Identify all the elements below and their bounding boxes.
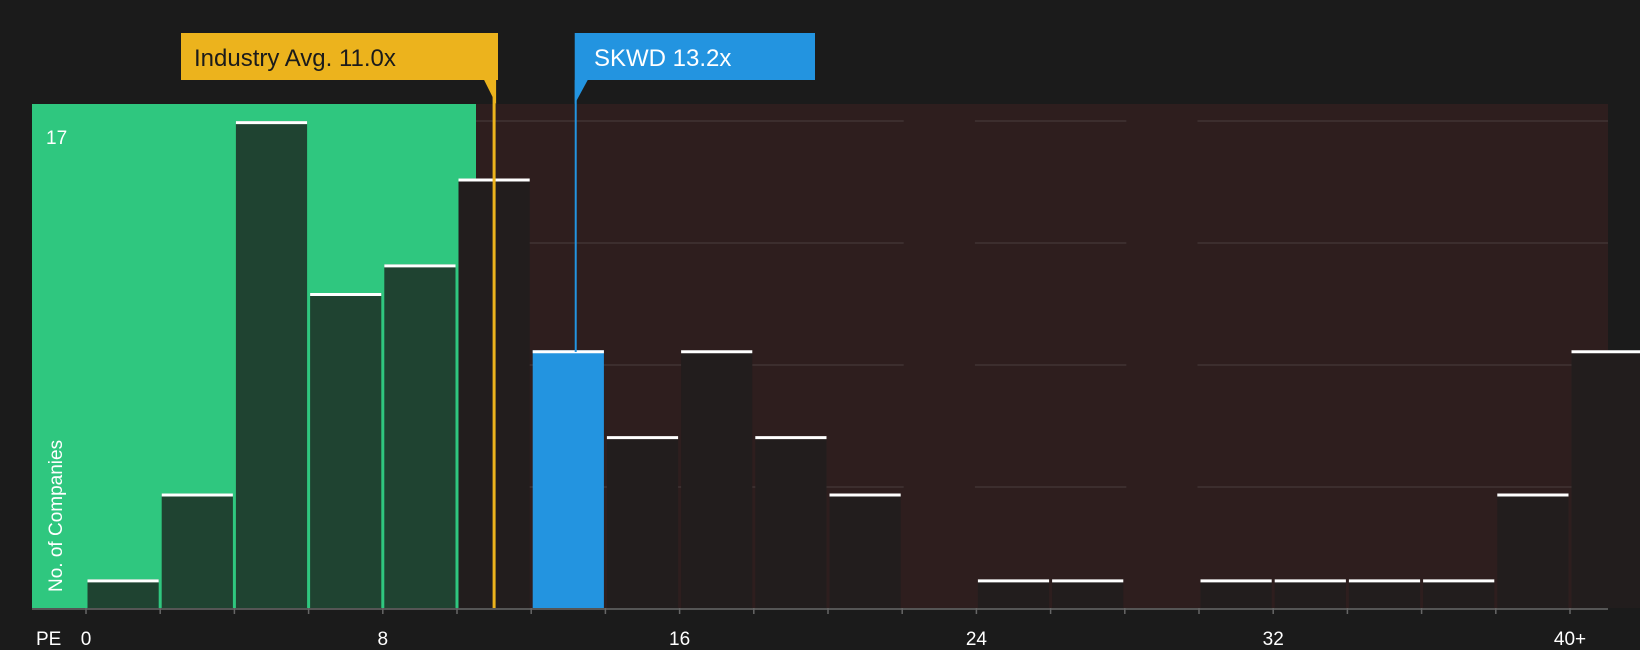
histogram-bar xyxy=(1052,579,1124,608)
x-tick-label: 32 xyxy=(1263,629,1284,650)
histogram-bar xyxy=(310,293,382,608)
industry-average-label: Industry Avg. 11.0x xyxy=(194,45,396,72)
histogram-bar xyxy=(1348,579,1421,608)
x-tick-label: 40+ xyxy=(1554,629,1586,650)
histogram-bar xyxy=(1497,493,1569,608)
histogram-bar xyxy=(1423,579,1495,608)
pe-distribution-chart: 0 8 16 24 32 40+ 17 No. of Companies PE Indus… xyxy=(0,0,1640,650)
histogram-bar xyxy=(1274,579,1346,608)
histogram-bar xyxy=(977,579,1050,608)
histogram-bar xyxy=(606,436,679,608)
histogram-bar xyxy=(87,579,159,608)
x-tick-label: 0 xyxy=(81,629,92,650)
empty-bin xyxy=(903,104,975,608)
empty-bin xyxy=(1126,104,1198,608)
histogram-bar xyxy=(1200,579,1272,608)
histogram-bar xyxy=(1571,350,1640,608)
histogram-bar xyxy=(755,436,827,608)
x-tick-label: 24 xyxy=(966,629,988,650)
company-pe-label: SKWD 13.2x xyxy=(594,45,731,72)
x-axis-title: PE xyxy=(36,629,61,650)
x-tick-label: 8 xyxy=(378,629,389,650)
histogram-bar xyxy=(235,121,308,608)
x-tick-label: 16 xyxy=(669,629,690,650)
company-bin-bar xyxy=(532,350,604,608)
histogram-bar xyxy=(681,350,753,608)
histogram-bar xyxy=(829,493,901,608)
y-axis-max-label: 17 xyxy=(46,128,67,149)
histogram-bar xyxy=(384,264,456,608)
histogram-bar xyxy=(161,493,233,608)
y-axis-title: No. of Companies xyxy=(46,440,67,592)
